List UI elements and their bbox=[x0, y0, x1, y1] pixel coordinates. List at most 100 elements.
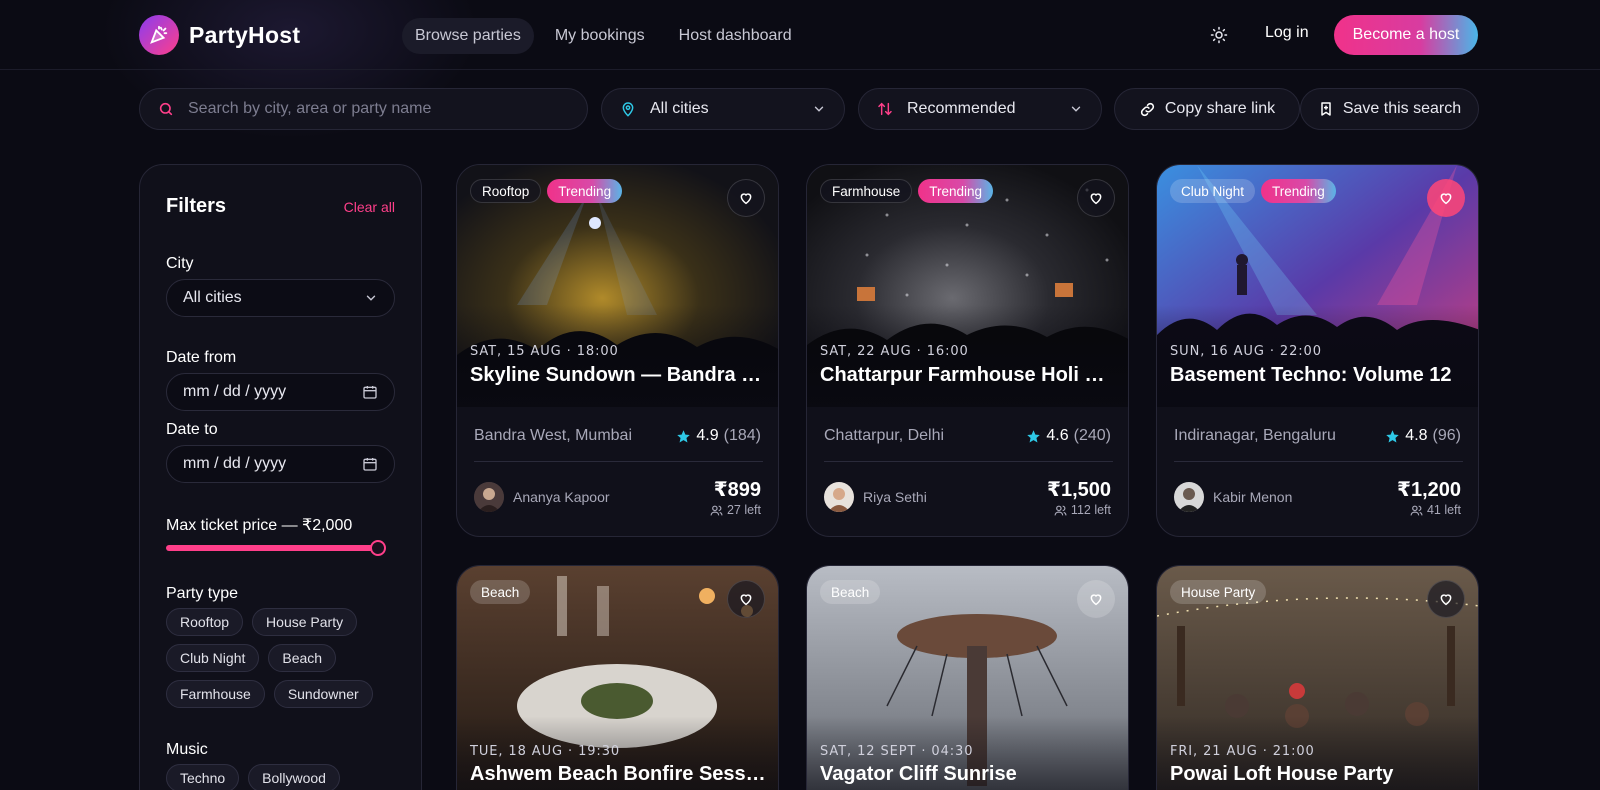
top-navbar: PartyHost Browse parties My bookings Hos… bbox=[0, 0, 1600, 70]
price-label: Max ticket price — ₹2,000 bbox=[166, 517, 353, 534]
category-tag: Club Night bbox=[1170, 179, 1256, 203]
event-rating: 4.6 (240) bbox=[1026, 427, 1111, 445]
brand-name: PartyHost bbox=[189, 21, 301, 48]
city-select[interactable]: All cities bbox=[601, 88, 845, 130]
tickets-left-label: 112 left bbox=[1070, 503, 1111, 517]
party-card[interactable]: Rooftop Trending SAT, 15 AUG · 18:00 Sky… bbox=[456, 164, 779, 537]
category-tag: Beach bbox=[820, 580, 881, 604]
save-search-button[interactable]: Save this search bbox=[1300, 88, 1479, 130]
login-link[interactable]: Log in bbox=[1265, 24, 1309, 42]
price-slider-thumb[interactable] bbox=[369, 540, 386, 556]
chip-beach[interactable]: Beach bbox=[268, 644, 337, 672]
star-icon bbox=[1026, 429, 1041, 444]
party-popper-icon bbox=[139, 15, 179, 55]
event-title[interactable]: Basement Techno: Volume 12 bbox=[1170, 364, 1468, 387]
host-name: Riya Sethi bbox=[863, 489, 927, 505]
sort-select-value: Recommended bbox=[907, 100, 1016, 117]
users-icon bbox=[1410, 504, 1423, 517]
event-rating: 4.8 (96) bbox=[1385, 427, 1461, 445]
chip-sundowner[interactable]: Sundowner bbox=[273, 680, 373, 708]
tickets-left: 41 left bbox=[1410, 503, 1461, 517]
sun-icon[interactable] bbox=[1206, 22, 1232, 48]
party-card[interactable]: Club Night Trending SUN, 16 AUG · 22:00 … bbox=[1156, 164, 1479, 537]
ticket-price: ₹1,200 bbox=[1397, 479, 1461, 501]
ticket-price: ₹899 bbox=[713, 479, 761, 501]
host-info[interactable]: Riya Sethi bbox=[824, 482, 927, 512]
party-card[interactable]: Beach TUE, 18 AUG · 19:30 Ashwem Beach B… bbox=[456, 565, 779, 790]
event-title[interactable]: Ashwem Beach Bonfire Session bbox=[470, 763, 768, 786]
search-bar[interactable]: Search by city, area or party name bbox=[139, 88, 588, 130]
search-input[interactable]: Search by city, area or party name bbox=[188, 100, 431, 118]
star-icon bbox=[1385, 429, 1400, 444]
copy-share-link-button[interactable]: Copy share link bbox=[1114, 88, 1300, 130]
chip-bollywood[interactable]: Bollywood bbox=[248, 764, 340, 790]
chip-rooftop[interactable]: Rooftop bbox=[166, 608, 244, 636]
heart-icon[interactable] bbox=[1077, 580, 1115, 618]
chevron-down-icon bbox=[364, 291, 378, 305]
event-title[interactable]: Chattarpur Farmhouse Holi Bash bbox=[820, 364, 1118, 387]
chip-farmhouse[interactable]: Farmhouse bbox=[166, 680, 265, 708]
trending-tag: Trending bbox=[918, 179, 994, 203]
category-tag: Rooftop bbox=[470, 179, 542, 203]
event-title[interactable]: Powai Loft House Party bbox=[1170, 763, 1468, 786]
party-type-label: Party type bbox=[166, 585, 239, 602]
card-divider bbox=[824, 461, 1113, 462]
heart-icon[interactable] bbox=[1077, 179, 1115, 217]
review-count: (240) bbox=[1073, 427, 1111, 444]
city-select-value: All cities bbox=[650, 100, 709, 117]
host-info[interactable]: Ananya Kapoor bbox=[474, 482, 610, 512]
city-filter-select[interactable]: All cities bbox=[166, 279, 395, 317]
party-card[interactable]: Farmhouse Trending SAT, 22 AUG · 16:00 C… bbox=[806, 164, 1129, 537]
heart-icon[interactable] bbox=[1427, 179, 1465, 217]
date-to-label: Date to bbox=[166, 421, 218, 438]
avatar bbox=[1174, 482, 1204, 512]
heart-icon[interactable] bbox=[1427, 580, 1465, 618]
chevron-down-icon bbox=[812, 102, 826, 116]
sort-arrows-icon bbox=[877, 101, 893, 117]
event-datetime: FRI, 21 AUG · 21:00 bbox=[1170, 744, 1315, 759]
chip-techno[interactable]: Techno bbox=[166, 764, 240, 790]
become-host-button[interactable]: Become a host bbox=[1334, 15, 1478, 55]
star-icon bbox=[676, 429, 691, 444]
category-tag: Farmhouse bbox=[820, 179, 913, 203]
nav-host-dashboard[interactable]: Host dashboard bbox=[666, 18, 805, 54]
event-datetime: TUE, 18 AUG · 19:30 bbox=[470, 744, 621, 759]
heart-icon[interactable] bbox=[727, 179, 765, 217]
rating-value: 4.6 bbox=[1046, 427, 1069, 444]
review-count: (184) bbox=[723, 427, 761, 444]
users-icon bbox=[710, 504, 723, 517]
clear-all-link[interactable]: Clear all bbox=[344, 199, 395, 215]
sort-select[interactable]: Recommended bbox=[858, 88, 1102, 130]
main-nav: Browse parties My bookings Host dashboar… bbox=[402, 18, 805, 54]
calendar-icon[interactable] bbox=[362, 384, 378, 400]
card-divider bbox=[1174, 461, 1463, 462]
event-title[interactable]: Skyline Sundown — Bandra Rooftop bbox=[470, 364, 768, 387]
link-icon bbox=[1139, 101, 1156, 118]
host-name: Kabir Menon bbox=[1213, 489, 1293, 505]
party-card[interactable]: Beach SAT, 12 SEPT · 04:30 Vagator Cliff… bbox=[806, 565, 1129, 790]
review-count: (96) bbox=[1432, 427, 1461, 444]
nav-my-bookings[interactable]: My bookings bbox=[542, 18, 658, 54]
city-label: City bbox=[166, 255, 194, 272]
trending-tag: Trending bbox=[1261, 179, 1336, 203]
host-info[interactable]: Kabir Menon bbox=[1174, 482, 1292, 512]
date-from-field[interactable]: mm / dd / yyyy bbox=[166, 373, 395, 411]
card-divider bbox=[474, 461, 763, 462]
chip-club-night[interactable]: Club Night bbox=[166, 644, 260, 672]
chevron-down-icon bbox=[1069, 102, 1083, 116]
price-slider-track[interactable] bbox=[166, 545, 378, 551]
calendar-icon[interactable] bbox=[362, 456, 378, 472]
party-card[interactable]: House Party FRI, 21 AUG · 21:00 Powai Lo… bbox=[1156, 565, 1479, 790]
event-datetime: SAT, 15 AUG · 18:00 bbox=[470, 344, 619, 359]
chip-house-party[interactable]: House Party bbox=[252, 608, 358, 636]
users-icon bbox=[1054, 504, 1067, 517]
rating-value: 4.9 bbox=[696, 427, 719, 444]
date-to-field[interactable]: mm / dd / yyyy bbox=[166, 445, 395, 483]
brand-logo[interactable]: PartyHost bbox=[139, 15, 300, 55]
event-title[interactable]: Vagator Cliff Sunrise bbox=[820, 763, 1118, 786]
event-location: Chattarpur, Delhi bbox=[824, 427, 945, 444]
event-datetime: SUN, 16 AUG · 22:00 bbox=[1170, 344, 1322, 359]
heart-icon[interactable] bbox=[727, 580, 765, 618]
nav-browse-parties[interactable]: Browse parties bbox=[402, 18, 534, 54]
host-name: Ananya Kapoor bbox=[513, 489, 610, 505]
